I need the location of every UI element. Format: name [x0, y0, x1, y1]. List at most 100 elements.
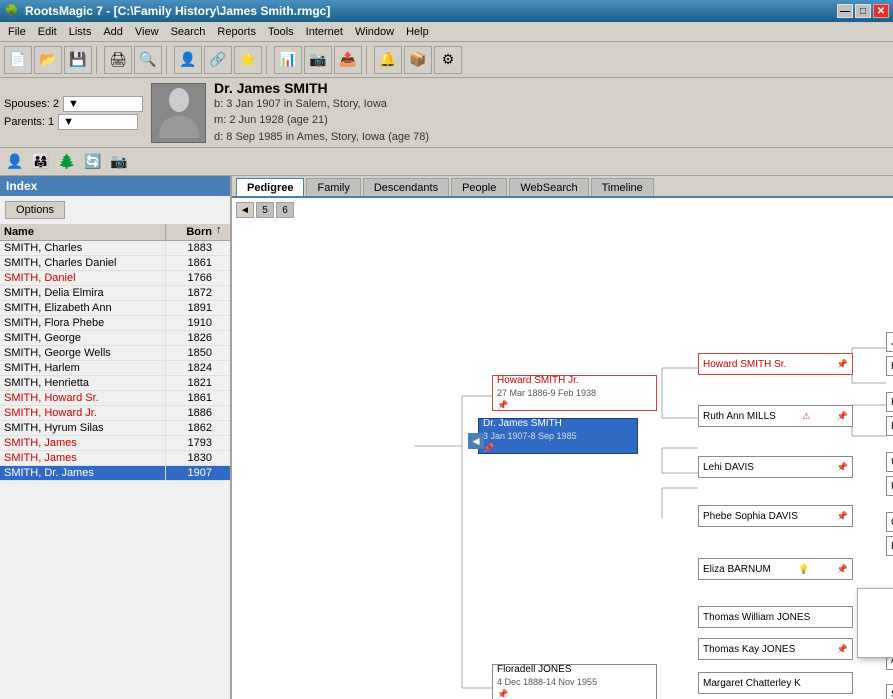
- tab-pedigree[interactable]: Pedigree: [236, 178, 304, 196]
- toolbar-open[interactable]: 📂: [34, 46, 62, 74]
- toolbar-star[interactable]: ⭐: [234, 46, 262, 74]
- person-elmira-pond[interactable]: Elmira POND 💡 📌: [886, 416, 893, 436]
- index-row-born: 1861: [166, 256, 216, 270]
- person-phebe-davis[interactable]: Phebe Sophia DAVIS 📌: [698, 505, 853, 527]
- menu-bar: File Edit Lists Add View Search Reports …: [0, 22, 893, 42]
- tb2-family[interactable]: 👨‍👩‍👧: [30, 151, 52, 173]
- toolbar-settings[interactable]: ⚙: [434, 46, 462, 74]
- howardjr-name: Howard SMITH Jr.: [497, 375, 579, 386]
- menu-search[interactable]: Search: [165, 24, 212, 40]
- toolbar2: 👤 👨‍👩‍👧 🌲 🔄 📷: [0, 148, 893, 176]
- toolbar-link[interactable]: 🔗: [204, 46, 232, 74]
- index-row[interactable]: SMITH, Howard Sr. 1861: [0, 391, 230, 406]
- person-betsy-mead[interactable]: Betsy (Elizabeth) MEAD 💡 📌: [886, 356, 893, 376]
- index-row[interactable]: SMITH, James 1793: [0, 436, 230, 451]
- person-charles-barnum[interactable]: Charles BARNUM 📌: [886, 512, 893, 532]
- menu-tools[interactable]: Tools: [262, 24, 300, 40]
- person-ruth-mills[interactable]: Ruth Ann MILLS ⚠ 📌: [698, 405, 853, 427]
- index-row-scroll: [216, 256, 230, 270]
- tab-descendants[interactable]: Descendants: [363, 178, 449, 196]
- index-row[interactable]: SMITH, Dr. James 1907: [0, 466, 230, 481]
- menu-reports[interactable]: Reports: [211, 24, 262, 40]
- person-thomas-jones[interactable]: Thomas William JONES: [698, 606, 853, 628]
- tb2-tree[interactable]: 🌲: [56, 151, 78, 173]
- death-detail: d: 8 Sep 1985 in Ames, Story, Iowa (age …: [214, 129, 889, 146]
- person-dr-james[interactable]: Dr. James SMITH 3 Jan 1907-8 Sep 1985 📌: [478, 418, 638, 454]
- left-arrow[interactable]: ◄: [468, 433, 484, 449]
- person-sarah-chatterley[interactable]: Sarah CHATTERLEY: [886, 684, 893, 699]
- toolbar-export[interactable]: 📤: [334, 46, 362, 74]
- index-row[interactable]: SMITH, Elizabeth Ann 1891: [0, 301, 230, 316]
- index-row[interactable]: SMITH, Delia Elmira 1872: [0, 286, 230, 301]
- spouses-row: Spouses: 2 ▼: [4, 96, 143, 112]
- index-row-name: SMITH, George: [0, 331, 166, 345]
- index-row[interactable]: SMITH, George 1826: [0, 331, 230, 346]
- index-row[interactable]: SMITH, Flora Phebe 1910: [0, 316, 230, 331]
- toolbar-print[interactable]: 🖨: [104, 46, 132, 74]
- maximize-button[interactable]: □: [855, 4, 871, 18]
- index-row[interactable]: SMITH, Daniel 1766: [0, 271, 230, 286]
- index-row[interactable]: SMITH, Howard Jr. 1886: [0, 406, 230, 421]
- tb2-refresh[interactable]: 🔄: [82, 151, 104, 173]
- index-row-scroll: [216, 436, 230, 450]
- parents-dropdown[interactable]: ▼: [58, 114, 138, 130]
- index-row-name: SMITH, Howard Jr.: [0, 406, 166, 420]
- index-row[interactable]: SMITH, Charles 1883: [0, 241, 230, 256]
- menu-help[interactable]: Help: [400, 24, 435, 40]
- app-icon: 🌳: [4, 4, 19, 18]
- index-row[interactable]: SMITH, Henrietta 1821: [0, 376, 230, 391]
- howardjr-dates: 27 Mar 1886-9 Feb 1938: [497, 388, 596, 398]
- person-lehi-davis[interactable]: Lehi DAVIS 📌: [698, 456, 853, 478]
- toolbar-package[interactable]: 📦: [404, 46, 432, 74]
- index-row[interactable]: SMITH, James 1830: [0, 451, 230, 466]
- person-thomas-kay[interactable]: Thomas Kay JONES 📌: [698, 638, 853, 660]
- options-button[interactable]: Options: [5, 201, 65, 219]
- spouses-dropdown[interactable]: ▼: [63, 96, 143, 112]
- person-howard-jr[interactable]: Howard SMITH Jr. 27 Mar 1886-9 Feb 1938 …: [492, 375, 657, 411]
- toolbar-new[interactable]: 📄: [4, 46, 32, 74]
- person-henry-mills[interactable]: Henry William MILLS ⚠ 📌: [886, 392, 893, 412]
- index-row[interactable]: SMITH, Hyrum Silas 1862: [0, 421, 230, 436]
- toolbar-notify[interactable]: 🔔: [374, 46, 402, 74]
- person-uriah-davis[interactable]: Uriah DAVIS 📌: [886, 452, 893, 472]
- toolbar-person[interactable]: 👤: [174, 46, 202, 74]
- index-header: Index: [0, 176, 230, 196]
- tab-people[interactable]: People: [451, 178, 507, 196]
- menu-view[interactable]: View: [129, 24, 165, 40]
- tab-family[interactable]: Family: [306, 178, 360, 196]
- person-floradell[interactable]: Floradell JONES 4 Dec 1888-14 Nov 1955 📌: [492, 664, 657, 699]
- index-row[interactable]: SMITH, George Wells 1850: [0, 346, 230, 361]
- toolbar-chart[interactable]: 📊: [274, 46, 302, 74]
- index-row-born: 1861: [166, 391, 216, 405]
- close-button[interactable]: ✕: [873, 4, 889, 18]
- minimize-button[interactable]: —: [837, 4, 853, 18]
- index-row[interactable]: SMITH, Harlem 1824: [0, 361, 230, 376]
- person-photo: [151, 83, 206, 143]
- tab-websearch[interactable]: WebSearch: [509, 178, 588, 196]
- index-row-scroll: [216, 286, 230, 300]
- menu-window[interactable]: Window: [349, 24, 400, 40]
- index-row[interactable]: SMITH, Charles Daniel 1861: [0, 256, 230, 271]
- toolbar-photo[interactable]: 📷: [304, 46, 332, 74]
- index-row-born: 1793: [166, 436, 216, 450]
- toolbar-search[interactable]: 🔍: [134, 46, 162, 74]
- menu-internet[interactable]: Internet: [300, 24, 349, 40]
- index-row-born: 1830: [166, 451, 216, 465]
- person-eliza-barnum[interactable]: Eliza BARNUM 💡 📌: [698, 558, 853, 580]
- person-margaret[interactable]: Margaret Chatterley K: [698, 672, 853, 694]
- toolbar-save[interactable]: 💾: [64, 46, 92, 74]
- person-elizabeth-thorne[interactable]: Elizab_th THORNE: [886, 536, 893, 556]
- howardjr-icon: 📌: [497, 400, 508, 411]
- tab-timeline[interactable]: Timeline: [591, 178, 654, 196]
- person-james-g4[interactable]: James SMITH 📌: [886, 332, 893, 352]
- nav-back[interactable]: ◄: [236, 202, 254, 218]
- tb2-person[interactable]: 👤: [4, 151, 26, 173]
- menu-edit[interactable]: Edit: [32, 24, 63, 40]
- person-howard-sr[interactable]: Howard SMITH Sr. 📌: [698, 353, 853, 375]
- person-phoebe-martin[interactable]: Phoebe MARTIN 💡 📌: [886, 476, 893, 496]
- menu-lists[interactable]: Lists: [63, 24, 98, 40]
- index-row-scroll: [216, 271, 230, 285]
- menu-file[interactable]: File: [2, 24, 32, 40]
- tb2-camera[interactable]: 📷: [108, 151, 130, 173]
- menu-add[interactable]: Add: [97, 24, 129, 40]
